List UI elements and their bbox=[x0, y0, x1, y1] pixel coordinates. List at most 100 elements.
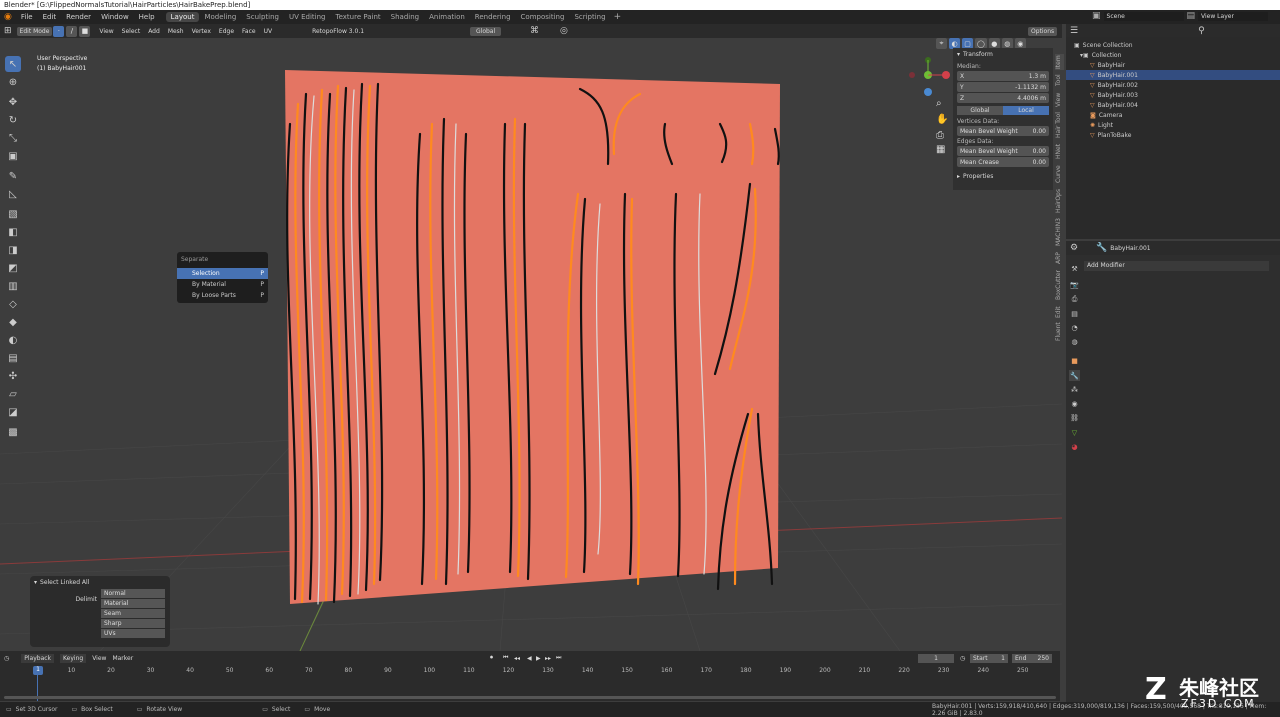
tab-compositing[interactable]: Compositing bbox=[516, 12, 570, 22]
timeline-ruler[interactable]: 1102030405060708090100110120130140150160… bbox=[0, 651, 1060, 701]
menu-uv[interactable]: UV bbox=[264, 28, 273, 35]
orientation-select[interactable]: Global bbox=[470, 26, 502, 36]
snap-icon[interactable]: ⌘ bbox=[530, 26, 539, 36]
tab-uv-editing[interactable]: UV Editing bbox=[284, 12, 331, 22]
tab-modeling[interactable]: Modeling bbox=[199, 12, 241, 22]
vertex-select-mode-icon[interactable]: · bbox=[53, 25, 65, 37]
median-y-field[interactable]: Y -1.1132 m bbox=[957, 82, 1049, 92]
annotate-tool-icon[interactable]: ✎ bbox=[5, 168, 21, 184]
sidebar-tab-hairops[interactable]: HairOps bbox=[1055, 188, 1064, 214]
sidebar-tab-hair-tool[interactable]: Hair Tool bbox=[1055, 112, 1064, 138]
camera-view-icon[interactable]: ⎙ bbox=[936, 130, 944, 141]
object-properties-tab-icon[interactable]: ■ bbox=[1069, 355, 1080, 366]
sidebar-tab-item[interactable]: Item bbox=[1055, 54, 1064, 70]
loop-cut-tool-icon[interactable]: ▥ bbox=[5, 278, 21, 294]
face-select-mode-icon[interactable]: ■ bbox=[79, 25, 91, 37]
timeline-scrollbar[interactable] bbox=[4, 696, 1056, 699]
move-tool-icon[interactable]: ✥ bbox=[5, 94, 21, 110]
menu-select[interactable]: Select bbox=[122, 28, 141, 35]
menu-file[interactable]: File bbox=[16, 13, 38, 21]
outliner-item-babyhair004[interactable]: ▽ BabyHair.004 bbox=[1066, 100, 1280, 110]
edge-bevel-weight-field[interactable]: Mean Bevel Weight 0.00 bbox=[957, 146, 1049, 156]
outliner-item-plantobake[interactable]: ▽ PlanToBake bbox=[1066, 130, 1280, 140]
cursor-tool-icon[interactable]: ⊕ bbox=[5, 74, 21, 90]
add-workspace-icon[interactable]: + bbox=[614, 12, 622, 22]
world-properties-tab-icon[interactable]: ◍ bbox=[1069, 336, 1080, 347]
tool-properties-tab-icon[interactable]: ⚒ bbox=[1069, 263, 1080, 274]
properties-editor-icon[interactable]: ⚙ bbox=[1070, 243, 1078, 253]
median-z-field[interactable]: Z 4.4006 m bbox=[957, 93, 1049, 103]
outliner-filter-icon[interactable]: ⚲ bbox=[1198, 26, 1205, 36]
outliner-item-babyhair001[interactable]: ▽ BabyHair.001 bbox=[1066, 70, 1280, 80]
menu-window[interactable]: Window bbox=[96, 13, 134, 21]
options-dropdown[interactable]: Options bbox=[1028, 26, 1058, 36]
local-toggle[interactable]: Local bbox=[1003, 106, 1049, 115]
view-layer-name[interactable]: View Layer bbox=[1198, 11, 1269, 21]
outliner-item-babyhair[interactable]: ▽ BabyHair bbox=[1066, 60, 1280, 70]
outliner-item-babyhair002[interactable]: ▽ BabyHair.002 bbox=[1066, 80, 1280, 90]
scale-tool-icon[interactable]: ⤡ bbox=[5, 130, 21, 146]
viewport-3d[interactable]: ⊞ Edit Mode · / ■ View Select Add Mesh V… bbox=[0, 24, 1062, 651]
delimit-material-option[interactable]: Material bbox=[101, 599, 165, 608]
separate-by-loose-parts-item[interactable]: By Loose Parts P bbox=[177, 290, 268, 301]
view-layer-properties-tab-icon[interactable]: ▤ bbox=[1069, 308, 1080, 319]
constraints-properties-tab-icon[interactable]: ⛓ bbox=[1069, 412, 1080, 423]
inset-tool-icon[interactable]: ◨ bbox=[5, 242, 21, 258]
scene-name[interactable]: Scene bbox=[1103, 11, 1184, 21]
last-operator-header[interactable]: ▾ Select Linked All bbox=[30, 576, 170, 588]
modifier-properties-tab-icon[interactable]: 🔧 bbox=[1069, 370, 1080, 381]
mean-crease-field[interactable]: Mean Crease 0.00 bbox=[957, 157, 1049, 167]
sidebar-tab-view[interactable]: View bbox=[1055, 92, 1064, 108]
sidebar-tab-curve[interactable]: Curve bbox=[1055, 164, 1064, 184]
scene-properties-tab-icon[interactable]: ◔ bbox=[1069, 322, 1080, 333]
vertex-bevel-weight-field[interactable]: Mean Bevel Weight 0.00 bbox=[957, 126, 1049, 136]
editor-type-icon[interactable]: ⊞ bbox=[4, 26, 12, 36]
add-cube-tool-icon[interactable]: ▧ bbox=[5, 206, 21, 222]
zoom-icon[interactable]: ⌕ bbox=[936, 98, 942, 109]
collapse-arrow-icon[interactable]: ▾ bbox=[34, 579, 37, 586]
tab-animation[interactable]: Animation bbox=[424, 12, 470, 22]
spin-tool-icon[interactable]: ◐ bbox=[5, 332, 21, 348]
rip-tool-icon[interactable]: ◪ bbox=[5, 404, 21, 420]
outliner-scene-collection[interactable]: ▣ Scene Collection bbox=[1066, 40, 1280, 50]
smooth-tool-icon[interactable]: ▤ bbox=[5, 350, 21, 366]
transform-section-header[interactable]: ▾ Transform bbox=[953, 48, 1053, 60]
menu-view[interactable]: View bbox=[99, 28, 113, 35]
select-tool-icon[interactable]: ↖ bbox=[5, 56, 21, 72]
output-properties-tab-icon[interactable]: ⎙ bbox=[1069, 294, 1080, 305]
menu-help[interactable]: Help bbox=[134, 13, 160, 21]
ortho-toggle-icon[interactable]: ▦ bbox=[936, 144, 945, 155]
scene-icon[interactable]: ▣ bbox=[1092, 11, 1101, 21]
retopoflow-button[interactable]: RetopoFlow 3.0.1 bbox=[312, 28, 364, 35]
separate-selection-item[interactable]: Selection P bbox=[177, 268, 268, 279]
outliner-collection[interactable]: ▾▣ Collection bbox=[1066, 50, 1280, 60]
shrink-fatten-tool-icon[interactable]: ✣ bbox=[5, 368, 21, 384]
pan-hand-icon[interactable]: ✋ bbox=[936, 114, 948, 125]
sidebar-tab-tool[interactable]: Tool bbox=[1055, 72, 1064, 88]
tab-sculpting[interactable]: Sculpting bbox=[241, 12, 284, 22]
outliner-item-camera[interactable]: ◙ Camera bbox=[1066, 110, 1280, 120]
separate-by-material-item[interactable]: By Material P bbox=[177, 279, 268, 290]
outliner-item-babyhair003[interactable]: ▽ BabyHair.003 bbox=[1066, 90, 1280, 100]
sidebar-tab-fluent[interactable]: Fluent bbox=[1055, 322, 1064, 342]
playhead[interactable]: 1 bbox=[33, 666, 43, 675]
sidebar-tab-arp[interactable]: ARP bbox=[1055, 250, 1064, 266]
menu-edit[interactable]: Edit bbox=[38, 13, 62, 21]
tab-scripting[interactable]: Scripting bbox=[569, 12, 610, 22]
menu-vertex[interactable]: Vertex bbox=[192, 28, 211, 35]
proportional-edit-icon[interactable]: ◎ bbox=[560, 26, 568, 36]
render-properties-tab-icon[interactable]: 📷 bbox=[1069, 279, 1080, 290]
tab-rendering[interactable]: Rendering bbox=[470, 12, 516, 22]
physics-properties-tab-icon[interactable]: ◉ bbox=[1069, 398, 1080, 409]
outliner-item-light[interactable]: ✺ Light bbox=[1066, 120, 1280, 130]
delimit-sharp-option[interactable]: Sharp bbox=[101, 619, 165, 628]
menu-add[interactable]: Add bbox=[148, 28, 160, 35]
transform-tool-icon[interactable]: ▣ bbox=[5, 148, 21, 164]
sidebar-tab-hnet[interactable]: HNet bbox=[1055, 142, 1064, 160]
menu-mesh[interactable]: Mesh bbox=[168, 28, 184, 35]
view-layer-icon[interactable]: ▤ bbox=[1187, 11, 1196, 21]
blender-logo-icon[interactable]: ◉ bbox=[4, 12, 12, 22]
delimit-uvs-option[interactable]: UVs bbox=[101, 629, 165, 638]
outliner-editor-icon[interactable]: ☰ bbox=[1070, 26, 1078, 36]
shear-tool-icon[interactable]: ▱ bbox=[5, 386, 21, 402]
